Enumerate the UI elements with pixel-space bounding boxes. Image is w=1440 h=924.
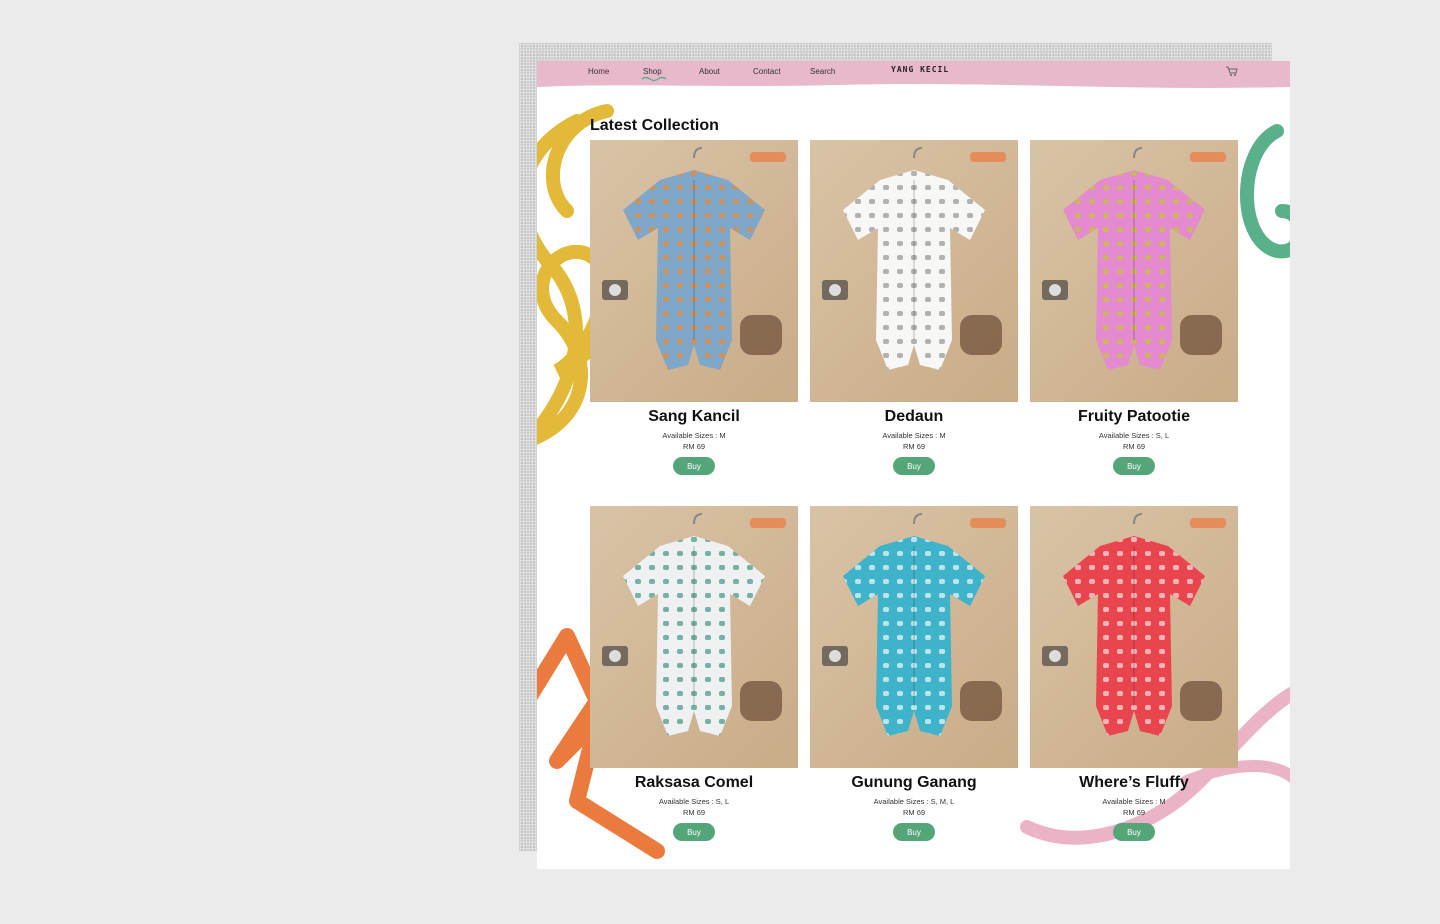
product-price: RM 69 (902, 808, 926, 817)
buy-button[interactable]: Buy (1113, 457, 1155, 475)
product-price: RM 69 (1122, 808, 1146, 817)
product-sizes: Available Sizes : M (1102, 797, 1166, 806)
product-price: RM 69 (902, 442, 926, 451)
product-sizes: Available Sizes : M (882, 431, 946, 440)
product-card-gunung-ganang[interactable]: Gunung Ganang Available Sizes : S, M, L RM… (810, 506, 1018, 846)
product-sizes: Available Sizes : M (662, 431, 726, 440)
buy-button[interactable]: Buy (893, 823, 935, 841)
buy-button[interactable]: Buy (673, 457, 715, 475)
product-photo[interactable] (1030, 140, 1238, 402)
product-card-fruity-patootie[interactable]: Fruity Patootie Available Sizes : S, L RM … (1030, 140, 1238, 480)
shop-page: Home Shop About Contact Search YANG KECI… (537, 61, 1290, 869)
product-name[interactable]: Dedaun (810, 408, 1018, 426)
nav-about[interactable]: About (699, 67, 720, 76)
green-loop (1240, 124, 1290, 259)
product-price: RM 69 (682, 442, 706, 451)
product-photo[interactable] (810, 506, 1018, 768)
product-price: RM 69 (1122, 442, 1146, 451)
active-tab-underline (641, 76, 667, 82)
brand-logo: YANG KECIL (891, 65, 950, 74)
buy-button[interactable]: Buy (1113, 823, 1155, 841)
nav-home[interactable]: Home (588, 67, 609, 76)
product-photo[interactable] (590, 140, 798, 402)
nav-contact[interactable]: Contact (753, 67, 781, 76)
product-sizes: Available Sizes : S, M, L (873, 797, 955, 806)
product-price: RM 69 (682, 808, 706, 817)
product-card-wheres-fluffy[interactable]: Where’s Fluffy Available Sizes : M RM 69 Bu… (1030, 506, 1238, 846)
product-name[interactable]: Sang Kancil (590, 408, 798, 426)
product-card-raksasa-comel[interactable]: Raksasa Comel Available Sizes : S, L RM 69… (590, 506, 798, 846)
product-photo[interactable] (1030, 506, 1238, 768)
product-name[interactable]: Where’s Fluffy (1030, 774, 1238, 792)
product-sizes: Available Sizes : S, L (658, 797, 730, 806)
product-sizes: Available Sizes : S, L (1098, 431, 1170, 440)
product-name[interactable]: Gunung Ganang (810, 774, 1018, 792)
section-title: Latest Collection (590, 117, 719, 134)
nav-shop[interactable]: Shop (643, 67, 662, 76)
product-name[interactable]: Fruity Patootie (1030, 408, 1238, 426)
buy-button[interactable]: Buy (893, 457, 935, 475)
product-card-dedaun[interactable]: Dedaun Available Sizes : M RM 69 Buy (810, 140, 1018, 480)
product-photo[interactable] (810, 140, 1018, 402)
product-name[interactable]: Raksasa Comel (590, 774, 798, 792)
product-card-sang-kancil[interactable]: Sang Kancil Available Sizes : M RM 69 Buy (590, 140, 798, 480)
cart-icon[interactable] (1225, 65, 1239, 77)
buy-button[interactable]: Buy (673, 823, 715, 841)
nav-search[interactable]: Search (810, 67, 835, 76)
product-photo[interactable] (590, 506, 798, 768)
